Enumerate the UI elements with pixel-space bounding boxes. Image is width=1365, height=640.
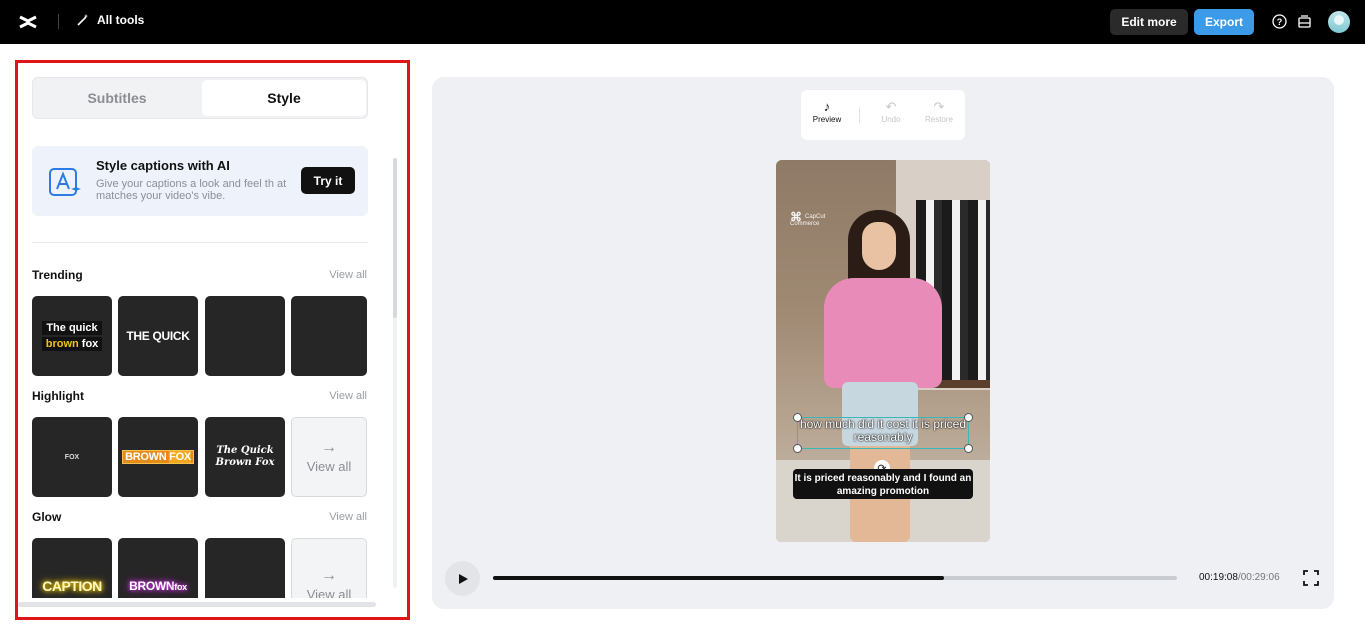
thumb-text: BROWN FOX <box>122 450 194 464</box>
arrow-right-icon: → <box>321 567 337 584</box>
capcut-watermark: ⌘ CapCut Commerce <box>790 210 826 227</box>
resize-handle[interactable] <box>793 413 802 422</box>
thumb-text-line2: Brown Fox <box>215 457 275 468</box>
try-it-button[interactable]: Try it <box>301 167 355 194</box>
view-all-tile-label: View all <box>306 459 352 474</box>
resize-handle[interactable] <box>964 413 973 422</box>
style-thumb-the-quick[interactable]: THE QUICK <box>118 296 198 376</box>
toolbar-divider <box>859 107 860 123</box>
panel-horizontal-scrollbar[interactable] <box>18 602 376 607</box>
preview-toolbar: ♪ Preview ↶ Undo ↷ Restore <box>801 90 965 140</box>
svg-text:?: ? <box>1277 17 1283 27</box>
trending-view-all-link[interactable]: View all <box>310 269 367 281</box>
all-tools-button[interactable]: All tools <box>76 13 144 27</box>
undo-button[interactable]: ↶ Undo <box>871 99 911 124</box>
time-display: 00:19:08/00:29:06 <box>1199 572 1280 583</box>
magic-wand-icon <box>77 14 89 26</box>
thumb-text: CAPTION <box>42 578 102 594</box>
top-bar: All tools Edit more Export ? <box>0 0 1365 44</box>
style-thumb-brown-fox-orange[interactable]: BROWN FOX <box>118 417 198 497</box>
style-thumb-blank[interactable] <box>205 296 285 376</box>
highlight-view-all-tile[interactable]: → View all <box>291 417 367 497</box>
thumb-text: FOX <box>64 453 80 461</box>
resize-handle[interactable] <box>793 444 802 453</box>
undo-icon: ↶ <box>885 99 897 114</box>
progress-fill <box>493 576 945 580</box>
subtitle-text[interactable]: how much did it cost it is priced reason… <box>797 418 969 444</box>
video-person-face <box>862 222 896 270</box>
ai-card-description: Give your captions a look and feel th at… <box>96 178 287 202</box>
thumb-text-line2: brown fox <box>41 337 103 351</box>
style-thumb-blank[interactable] <box>291 296 367 376</box>
all-tools-label: All tools <box>97 13 145 27</box>
tasks-icon[interactable] <box>1297 14 1312 29</box>
restore-button[interactable]: ↷ Restore <box>919 99 959 124</box>
glow-view-all-link[interactable]: View all <box>310 511 367 523</box>
restore-label: Restore <box>924 115 953 124</box>
glow-view-all-tile[interactable]: → View all <box>291 538 367 598</box>
help-icon[interactable]: ? <box>1272 14 1287 29</box>
ai-text-icon <box>49 168 81 196</box>
style-thumb-caption-glow[interactable]: CAPTION <box>32 538 112 598</box>
divider <box>58 14 59 29</box>
tab-subtitles[interactable]: Subtitles <box>35 80 199 116</box>
video-person-shirt <box>824 278 942 388</box>
fullscreen-icon[interactable] <box>1303 570 1319 586</box>
style-thumb-brown-fox-glow[interactable]: BROWNfox <box>118 538 198 598</box>
resize-handle[interactable] <box>964 444 973 453</box>
style-thumb-the-quick-brown-fox[interactable]: The quick brown fox <box>32 296 112 376</box>
scrollbar-thumb[interactable] <box>393 158 397 318</box>
redo-icon: ↷ <box>933 99 945 114</box>
playback-progress-bar[interactable] <box>493 576 1177 580</box>
style-thumb-serif-quick-brown-fox[interactable]: The Quick Brown Fox <box>205 417 285 497</box>
section-title-highlight: Highlight <box>32 389 84 403</box>
export-button[interactable]: Export <box>1194 9 1254 35</box>
style-thumb-fox[interactable]: FOX <box>32 417 112 497</box>
divider <box>32 242 368 243</box>
video-preview[interactable]: ⌘ CapCut Commerce how much did it cost it … <box>776 160 990 542</box>
edit-more-button[interactable]: Edit more <box>1110 9 1188 35</box>
preview-label: Preview <box>812 115 842 124</box>
glow-row-clip: CAPTION BROWNfox → View all <box>32 538 368 598</box>
thumb-text: BROWNfox <box>129 579 187 593</box>
ai-style-card: Style captions with AI Give your caption… <box>32 146 368 216</box>
panel-vertical-scrollbar[interactable] <box>392 150 398 595</box>
play-icon <box>458 573 468 584</box>
play-button[interactable] <box>445 561 480 596</box>
tab-style[interactable]: Style <box>202 80 366 116</box>
tiktok-icon: ♪ <box>823 99 831 114</box>
undo-label: Undo <box>881 115 901 124</box>
preview-button[interactable]: ♪ Preview <box>807 99 847 124</box>
arrow-right-icon: → <box>321 439 337 456</box>
ai-card-title: Style captions with AI <box>96 158 230 173</box>
caption-box[interactable]: It is priced reasonably and I found an a… <box>793 469 973 499</box>
panel-tabs: Subtitles Style <box>32 77 368 119</box>
avatar[interactable] <box>1328 11 1350 33</box>
view-all-tile-label: View all <box>306 587 352 598</box>
thumb-text-line1: The quick <box>42 321 102 335</box>
section-title-glow: Glow <box>32 510 62 524</box>
highlight-view-all-link[interactable]: View all <box>310 390 367 402</box>
thumb-text-line1: The Quick <box>216 445 274 456</box>
section-title-trending: Trending <box>32 268 83 282</box>
style-thumb-blank[interactable] <box>205 538 285 598</box>
thumb-text: THE QUICK <box>126 329 190 343</box>
capcut-logo[interactable] <box>18 12 38 32</box>
